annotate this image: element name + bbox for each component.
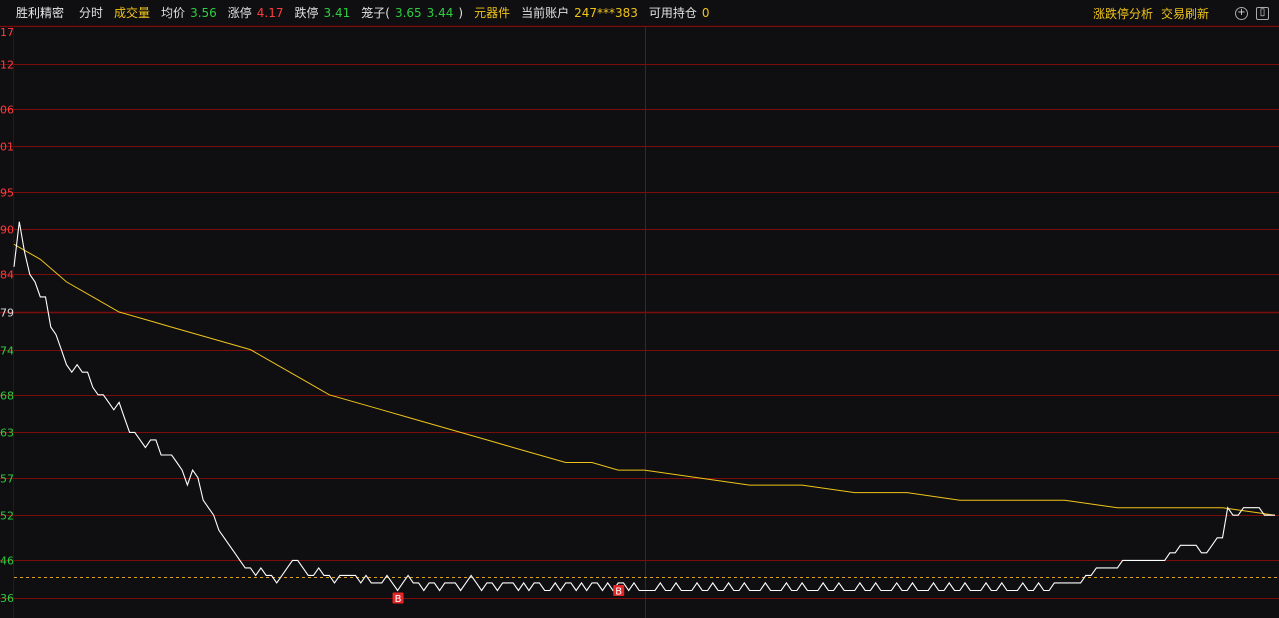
price-cage-label: 笼子( — [361, 6, 390, 20]
y-tick-label-13: 46 — [0, 555, 14, 568]
quote-header-bar: 胜利精密 分时 成交量 均价 3.56 涨停 4.17 跌停 3.41 笼子( 3… — [0, 0, 1279, 26]
price-cage-low: 3.44 — [426, 5, 454, 20]
y-tick-label-12: 52 — [0, 510, 14, 523]
y-tick-label-14: 36 — [0, 592, 14, 605]
intraday-chart[interactable]: 171206019590847974686357524636 BB — [0, 26, 1279, 618]
buy-marker-1: B — [613, 584, 625, 597]
y-tick-label-3: 01 — [0, 141, 14, 154]
holding-label: 可用持仓 — [648, 6, 697, 20]
avg-price-line — [13, 243, 1276, 516]
y-tick-label-1: 12 — [0, 59, 14, 72]
limit-up-value: 4.17 — [256, 5, 284, 20]
y-tick-label-10: 63 — [0, 427, 14, 440]
account-value: 247***383 — [574, 5, 638, 20]
window-icon[interactable]: ▯ — [1256, 6, 1269, 20]
buy-marker-label: B — [395, 594, 402, 605]
buy-marker-label: B — [615, 586, 622, 597]
limit-up-label: 涨停 — [227, 6, 252, 20]
add-icon[interactable]: + — [1235, 6, 1248, 20]
price-cage-high: 3.65 — [394, 5, 422, 20]
limit-analysis-link[interactable]: 涨跌停分析 — [1093, 5, 1153, 22]
limit-down-value: 3.41 — [323, 5, 351, 20]
y-tick-label-2: 06 — [0, 104, 14, 117]
avg-price-value: 3.56 — [190, 5, 217, 20]
trade-markers: BB — [392, 584, 625, 605]
y-axis-labels: 17 12 06 01 95 90 84 79 74 68 63 57 52 46 36 — [0, 26, 14, 605]
y-tick-label-0: 17 — [0, 26, 14, 39]
series-layer — [13, 221, 1276, 592]
y-tick-label-7: 79 — [0, 307, 14, 320]
holding-value: 0 — [701, 5, 710, 20]
volume-tab[interactable]: 成交量 — [114, 4, 150, 21]
trade-refresh-link[interactable]: 交易刷新 — [1161, 5, 1209, 22]
avg-price-label: 均价 — [161, 6, 186, 20]
mode-tab-timeshare[interactable]: 分时 — [79, 4, 103, 21]
limit-down-label: 跌停 — [294, 6, 319, 20]
header-actions: 涨跌停分析 交易刷新 + ▯ — [1093, 0, 1269, 26]
grid-layer — [0, 26, 1279, 618]
y-tick-label-4: 95 — [0, 187, 14, 200]
price-cage-close: ) — [458, 5, 464, 20]
stock-name: 胜利精密 — [16, 6, 65, 20]
y-tick-label-5: 90 — [0, 224, 14, 237]
y-tick-label-8: 74 — [0, 345, 14, 358]
sector-tag[interactable]: 元器件 — [474, 4, 510, 21]
price-line — [13, 221, 1275, 592]
y-tick-label-9: 68 — [0, 390, 14, 403]
y-tick-label-6: 84 — [0, 269, 14, 282]
y-tick-label-11: 57 — [0, 473, 14, 486]
account-label: 当前账户 — [521, 6, 570, 20]
buy-marker-0: B — [392, 592, 404, 605]
